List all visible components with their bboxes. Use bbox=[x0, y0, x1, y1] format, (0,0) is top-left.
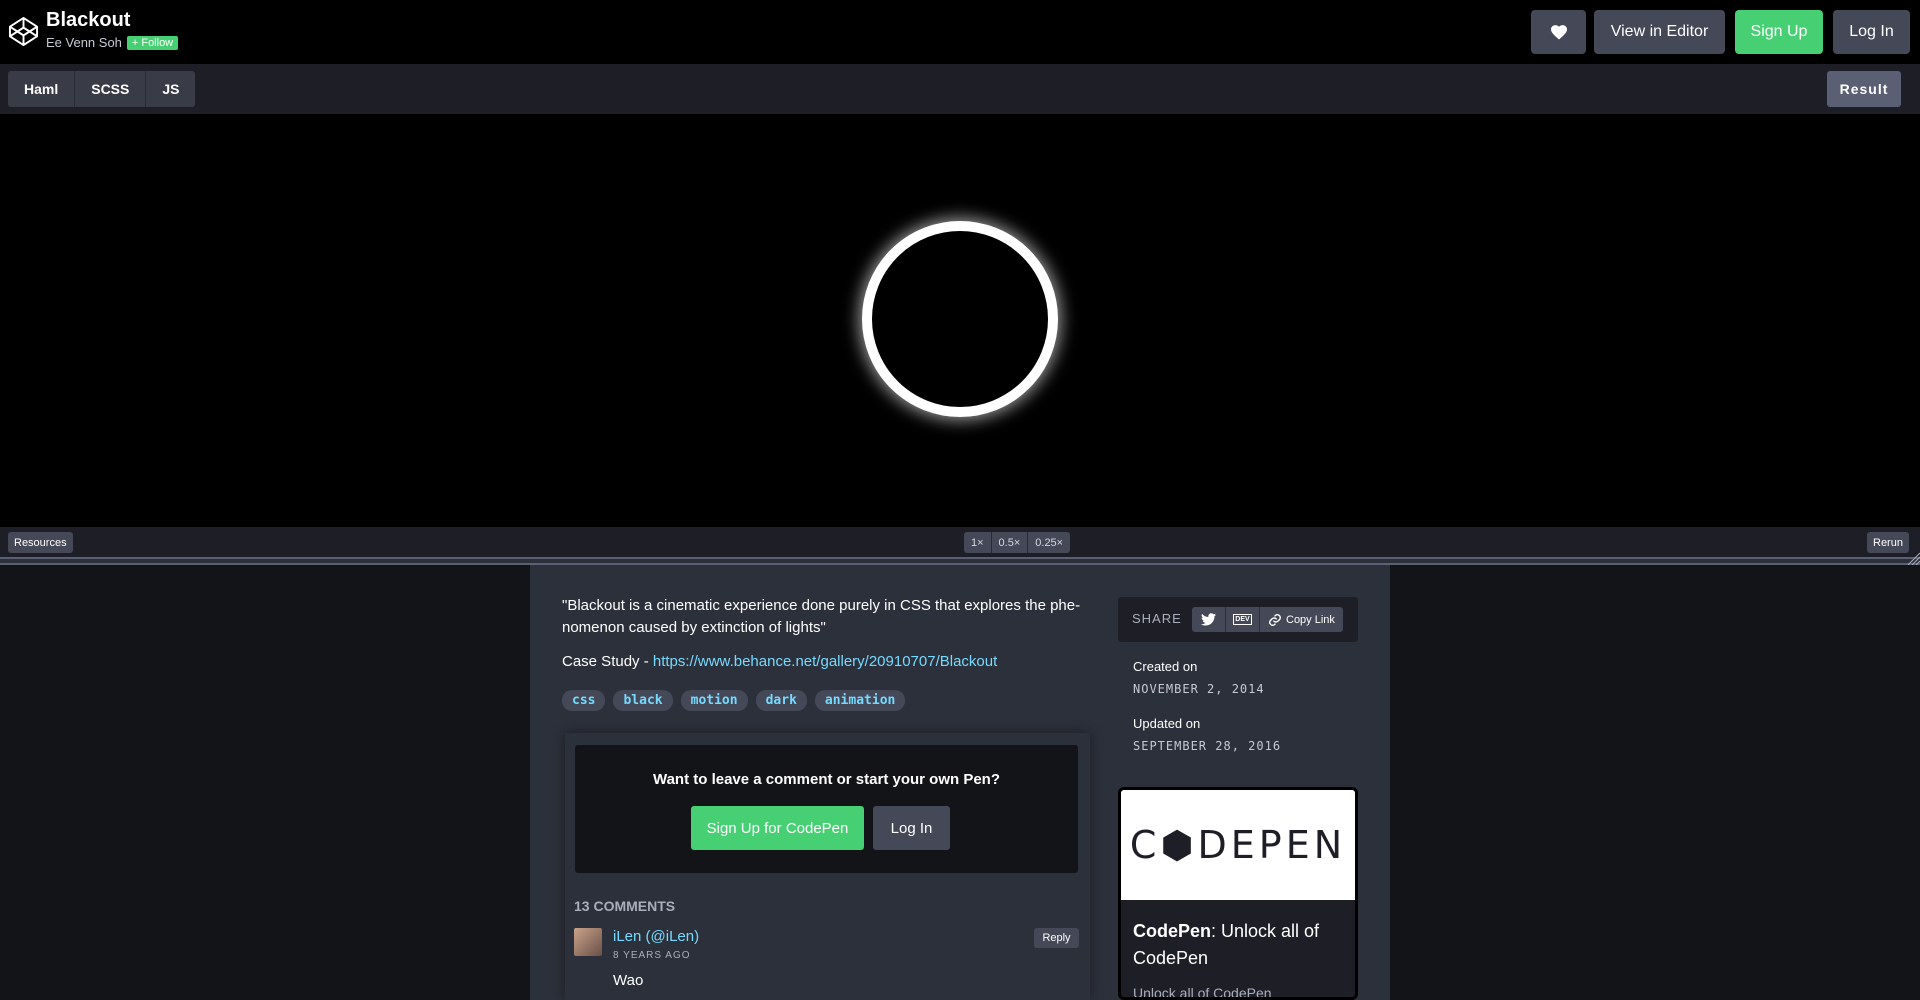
resize-grip-icon[interactable] bbox=[1904, 549, 1920, 565]
updated-date: SEPTEMBER 28, 2016 bbox=[1133, 739, 1282, 753]
comment-count: 13 COMMENTS bbox=[574, 898, 676, 914]
updated-label: Updated on bbox=[1133, 716, 1201, 731]
share-box: SHARE DEV Copy Link bbox=[1118, 597, 1358, 642]
comment-body: Wao bbox=[613, 972, 644, 989]
editor-tabs-bar: Haml SCSS JS Result bbox=[0, 64, 1920, 114]
log-in-button[interactable]: Log In bbox=[1833, 10, 1910, 54]
plus-icon: + bbox=[131, 36, 139, 49]
tab-scss[interactable]: SCSS bbox=[75, 71, 147, 107]
comment-cta-box: Want to leave a comment or start your ow… bbox=[575, 745, 1078, 873]
zoom-half-button[interactable]: 0.5× bbox=[991, 532, 1029, 553]
pen-title: Blackout bbox=[46, 9, 131, 31]
comments-section: Want to leave a comment or start your ow… bbox=[565, 733, 1090, 1000]
link-icon bbox=[1269, 613, 1281, 626]
twitter-share-button[interactable] bbox=[1192, 607, 1226, 632]
author-link[interactable]: Ee Venn Soh bbox=[46, 35, 122, 50]
heart-button[interactable] bbox=[1531, 10, 1586, 54]
reply-button[interactable]: Reply bbox=[1034, 928, 1079, 948]
codepen-logo-icon[interactable] bbox=[8, 16, 39, 47]
rerun-button[interactable]: Rerun bbox=[1867, 532, 1909, 553]
eclipse-ring bbox=[862, 221, 1058, 417]
zoom-1x-button[interactable]: 1× bbox=[964, 532, 992, 553]
codepen-wordmark-icon: C⬢DEPEN bbox=[1129, 823, 1347, 867]
created-date: NOVEMBER 2, 2014 bbox=[1133, 682, 1265, 696]
top-header: Blackout Ee Venn Soh + Follow View in Ed… bbox=[0, 0, 1920, 64]
code-tabs: Haml SCSS JS bbox=[8, 71, 196, 107]
resources-button[interactable]: Resources bbox=[8, 532, 73, 553]
promo-title-bold: CodePen bbox=[1133, 921, 1212, 941]
tag-motion[interactable]: motion bbox=[680, 690, 748, 711]
tag-css[interactable]: css bbox=[562, 690, 606, 711]
view-in-editor-button[interactable]: View in Editor bbox=[1594, 10, 1725, 54]
avatar[interactable] bbox=[574, 928, 602, 956]
heart-icon bbox=[1550, 24, 1567, 39]
pen-title-wrap: Blackout Ee Venn Soh + Follow bbox=[46, 8, 179, 50]
sign-up-for-codepen-button[interactable]: Sign Up for CodePen bbox=[691, 806, 864, 850]
follow-label: Follow bbox=[141, 36, 174, 49]
share-label: SHARE bbox=[1132, 611, 1182, 626]
case-study-link[interactable]: https://www.behance.net/gallery/20910707… bbox=[653, 653, 997, 670]
resize-divider[interactable] bbox=[0, 557, 1920, 565]
promo-title: CodePen: Unlock all of CodePen bbox=[1133, 918, 1343, 972]
tag-list: css black motion dark animation bbox=[562, 690, 906, 711]
zoom-controls: 1× 0.5× 0.25× bbox=[964, 532, 1071, 553]
tab-js[interactable]: JS bbox=[146, 71, 196, 107]
copy-link-label: Copy Link bbox=[1286, 613, 1335, 626]
tag-animation[interactable]: animation bbox=[814, 690, 906, 711]
author-row: Ee Venn Soh + Follow bbox=[46, 35, 179, 50]
pen-details-panel: "Blackout is a cinematic experience done… bbox=[530, 565, 1390, 1000]
codepen-promo-card[interactable]: C⬢DEPEN CodePen: Unlock all of CodePen U… bbox=[1118, 787, 1358, 1000]
dev-icon: DEV bbox=[1233, 614, 1252, 625]
tab-result[interactable]: Result bbox=[1827, 71, 1901, 107]
tag-dark[interactable]: dark bbox=[755, 690, 807, 711]
copy-link-button[interactable]: Copy Link bbox=[1260, 607, 1343, 632]
tag-black[interactable]: black bbox=[613, 690, 673, 711]
share-buttons: DEV Copy Link bbox=[1192, 607, 1343, 632]
preview-footer-bar: Resources 1× 0.5× 0.25× Rerun bbox=[0, 527, 1920, 557]
follow-button[interactable]: + Follow bbox=[126, 35, 179, 50]
tab-haml[interactable]: Haml bbox=[8, 71, 76, 107]
result-preview[interactable] bbox=[0, 114, 1920, 527]
comment-time: 8 YEARS AGO bbox=[613, 950, 691, 961]
promo-subtitle: Unlock all of CodePen bbox=[1133, 985, 1272, 1000]
sign-up-button[interactable]: Sign Up bbox=[1735, 10, 1823, 54]
cta-log-in-button[interactable]: Log In bbox=[873, 806, 950, 850]
case-study-line: Case Study - https://www.behance.net/gal… bbox=[562, 653, 997, 670]
comment-author[interactable]: iLen (@iLen) bbox=[613, 928, 699, 945]
pen-description: "Blackout is a cinematic experience done… bbox=[562, 597, 1081, 636]
created-label: Created on bbox=[1133, 659, 1198, 674]
zoom-quarter-button[interactable]: 0.25× bbox=[1028, 532, 1071, 553]
case-study-prefix: Case Study - bbox=[562, 653, 653, 670]
dev-share-button[interactable]: DEV bbox=[1226, 607, 1260, 632]
promo-image: C⬢DEPEN bbox=[1121, 790, 1355, 900]
cta-text: Want to leave a comment or start your ow… bbox=[652, 771, 1000, 788]
twitter-icon bbox=[1201, 613, 1216, 626]
